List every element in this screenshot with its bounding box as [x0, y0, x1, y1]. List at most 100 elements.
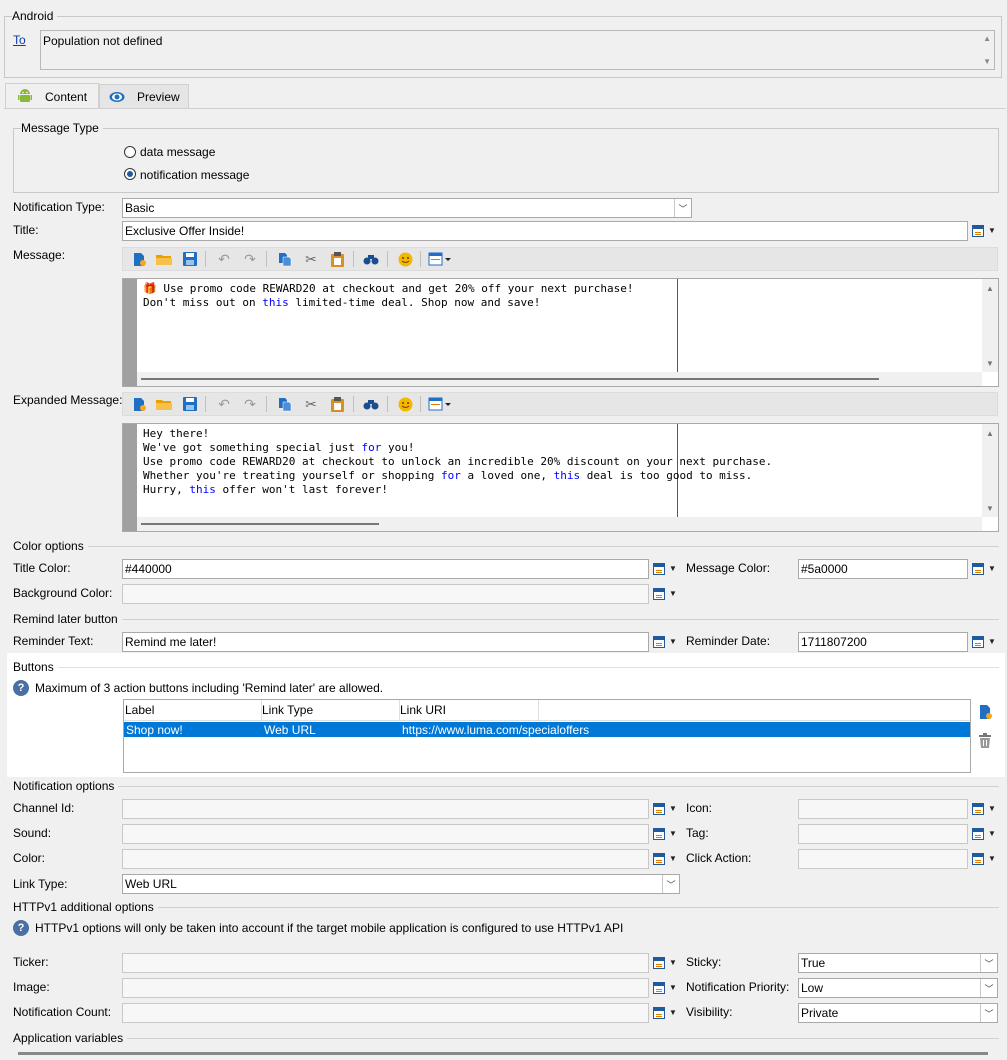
scroll-thumb[interactable] — [141, 523, 379, 525]
open-folder-icon[interactable] — [154, 395, 174, 413]
click-action-expression-button[interactable]: ▼ — [970, 851, 998, 869]
scroll-down-icon[interactable]: ▼ — [983, 57, 991, 66]
editor-gutter — [123, 424, 137, 531]
new-icon[interactable] — [129, 395, 149, 413]
channel-id-label: Channel Id: — [13, 801, 75, 815]
column-header-label[interactable]: Label — [125, 703, 154, 717]
click-action-input[interactable] — [798, 849, 968, 869]
paste-icon[interactable] — [327, 250, 347, 268]
undo-icon[interactable]: ↶ — [214, 250, 234, 268]
tag-input[interactable] — [798, 824, 968, 844]
reminder-date-input[interactable]: 1711807200 — [798, 632, 968, 652]
column-header-link-type[interactable]: Link Type — [262, 703, 313, 717]
channel-id-input[interactable] — [122, 799, 649, 819]
color-input[interactable] — [122, 849, 649, 869]
radio-notification-message[interactable] — [124, 168, 136, 180]
title-color-input[interactable]: #440000 — [122, 559, 649, 579]
eye-icon — [108, 91, 126, 103]
title-color-expression-button[interactable]: ▼ — [651, 561, 679, 579]
expanded-hscroll[interactable] — [137, 517, 982, 531]
info-icon: ? — [13, 680, 29, 696]
trash-icon[interactable] — [978, 733, 992, 749]
color-options-title: Color options — [13, 539, 88, 553]
save-icon[interactable] — [180, 250, 200, 268]
message-color-input[interactable]: #5a0000 — [798, 559, 968, 579]
radio-data-message[interactable] — [124, 146, 136, 158]
notification-count-label: Notification Count: — [13, 1005, 112, 1019]
copy-icon[interactable] — [275, 250, 295, 268]
scroll-up-icon[interactable]: ▲ — [982, 281, 998, 295]
sound-input[interactable] — [122, 824, 649, 844]
insert-field-icon[interactable] — [427, 395, 453, 413]
emoji-icon[interactable] — [395, 250, 415, 268]
population-field[interactable]: Population not defined ▲ ▼ — [40, 30, 995, 70]
insert-field-icon[interactable] — [427, 250, 453, 268]
horizontal-scrollbar[interactable] — [18, 1052, 988, 1055]
cut-icon[interactable]: ✂ — [301, 250, 321, 268]
column-header-link-uri[interactable]: Link URI — [400, 703, 446, 717]
find-icon[interactable] — [361, 395, 381, 413]
copy-icon[interactable] — [275, 395, 295, 413]
new-icon[interactable] — [129, 250, 149, 268]
image-expression-button[interactable]: ▼ — [651, 980, 679, 998]
link-type-label: Link Type: — [13, 877, 68, 891]
icon-input[interactable] — [798, 799, 968, 819]
scroll-thumb[interactable] — [141, 378, 879, 380]
open-folder-icon[interactable] — [154, 250, 174, 268]
paste-icon[interactable] — [327, 395, 347, 413]
undo-icon[interactable]: ↶ — [214, 395, 234, 413]
message-hscroll[interactable] — [137, 372, 982, 386]
reminder-text-input[interactable]: Remind me later! — [122, 632, 649, 652]
scroll-down-icon[interactable]: ▼ — [982, 356, 998, 370]
background-color-expression-button[interactable]: ▼ — [651, 586, 679, 604]
column-separator[interactable] — [538, 700, 539, 720]
image-input[interactable] — [122, 978, 649, 998]
dropdown-arrow-icon: ▼ — [669, 637, 677, 646]
redo-icon[interactable]: ↷ — [240, 250, 260, 268]
tab-preview[interactable]: Preview — [99, 84, 189, 109]
buttons-grid[interactable]: Label Link Type Link URI Shop now! Web U… — [123, 699, 971, 773]
expression-editor-icon — [972, 636, 984, 648]
color-expression-button[interactable]: ▼ — [651, 851, 679, 869]
visibility-select[interactable]: Private ﹀ — [798, 1003, 998, 1023]
message-editor[interactable]: 🎁 Use promo code REWARD20 at checkout an… — [122, 278, 999, 387]
ticker-input[interactable] — [122, 953, 649, 973]
expression-editor-icon — [972, 853, 984, 865]
notification-type-select[interactable]: Basic ﹀ — [122, 198, 692, 218]
title-expression-button[interactable]: ▼ — [970, 223, 998, 241]
title-label: Title: — [13, 223, 39, 237]
ticker-expression-button[interactable]: ▼ — [651, 955, 679, 973]
redo-icon[interactable]: ↷ — [240, 395, 260, 413]
tag-expression-button[interactable]: ▼ — [970, 826, 998, 844]
sound-expression-button[interactable]: ▼ — [651, 826, 679, 844]
background-color-input[interactable] — [122, 584, 649, 604]
add-button-icon[interactable] — [977, 704, 993, 720]
visibility-value: Private — [801, 1006, 839, 1020]
to-link[interactable]: To — [13, 33, 26, 47]
reminder-date-expression-button[interactable]: ▼ — [970, 634, 998, 652]
message-color-expression-button[interactable]: ▼ — [970, 561, 998, 579]
scroll-up-icon[interactable]: ▲ — [983, 34, 991, 43]
android-icon — [16, 89, 34, 104]
channel-id-expression-button[interactable]: ▼ — [651, 801, 679, 819]
link-type-select[interactable]: Web URL ﹀ — [122, 874, 680, 894]
tab-content[interactable]: Content — [5, 83, 99, 109]
cell-link-type: Web URL — [264, 723, 316, 737]
sticky-select[interactable]: True ﹀ — [798, 953, 998, 973]
table-row[interactable]: Shop now! Web URL https://www.luma.com/s… — [124, 722, 970, 737]
expanded-message-editor[interactable]: Hey there! We've got something special j… — [122, 423, 999, 532]
reminder-text-expression-button[interactable]: ▼ — [651, 634, 679, 652]
notification-count-expression-button[interactable]: ▼ — [651, 1005, 679, 1023]
cut-icon[interactable]: ✂ — [301, 395, 321, 413]
emoji-icon[interactable] — [395, 395, 415, 413]
title-input[interactable]: Exclusive Offer Inside! — [122, 221, 968, 241]
notification-count-input[interactable] — [122, 1003, 649, 1023]
save-icon[interactable] — [180, 395, 200, 413]
message-vscroll[interactable]: ▲ ▼ — [982, 279, 998, 372]
icon-expression-button[interactable]: ▼ — [970, 801, 998, 819]
scroll-down-icon[interactable]: ▼ — [982, 501, 998, 515]
notification-priority-select[interactable]: Low ﹀ — [798, 978, 998, 998]
scroll-up-icon[interactable]: ▲ — [982, 426, 998, 440]
expanded-vscroll[interactable]: ▲ ▼ — [982, 424, 998, 517]
find-icon[interactable] — [361, 250, 381, 268]
